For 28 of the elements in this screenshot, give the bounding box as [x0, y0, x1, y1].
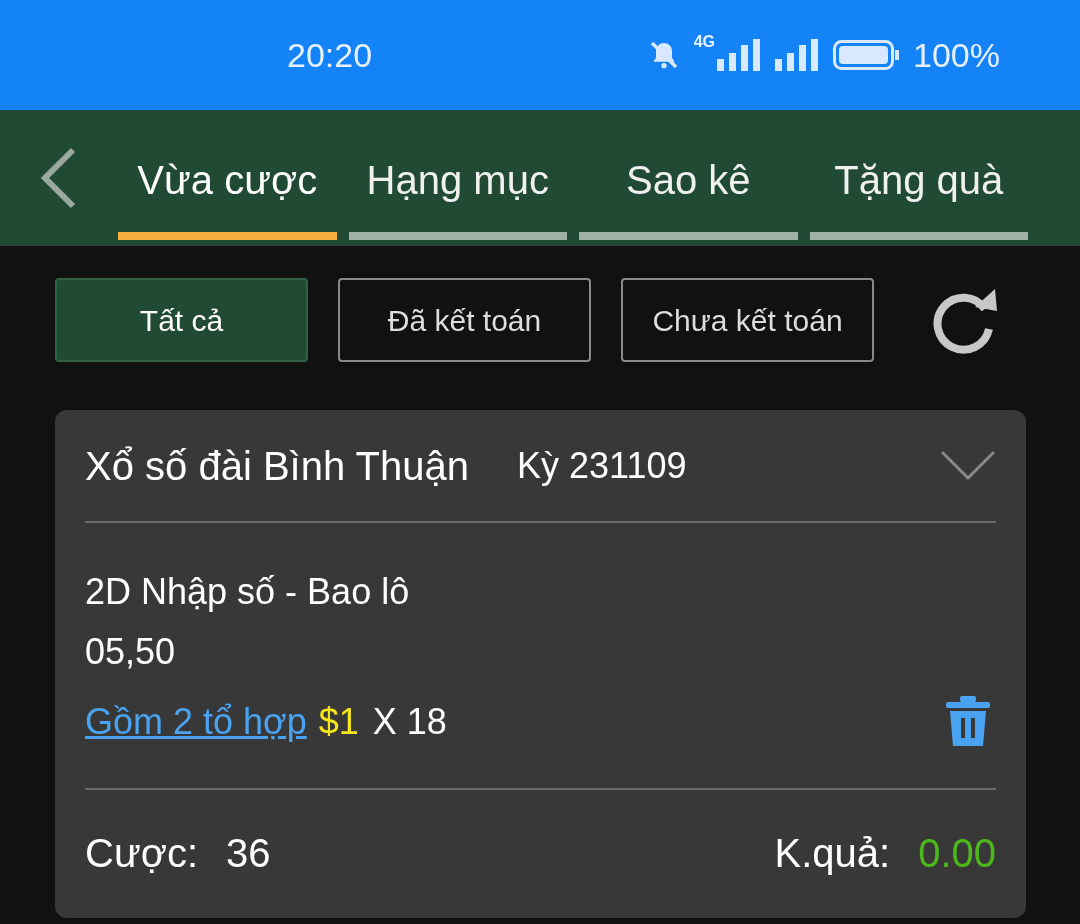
battery-percent: 100% [913, 34, 1000, 76]
signal-icon [717, 39, 762, 71]
bet-numbers: 05,50 [85, 630, 177, 674]
unit-amount: $1 [318, 700, 359, 744]
network-label: 4G [693, 31, 716, 52]
tab[interactable]: Tặng quà [809, 110, 1028, 245]
stake-value: 36 [226, 830, 271, 877]
delete-button[interactable] [946, 696, 990, 748]
filter-button[interactable]: Tất cả [55, 278, 308, 362]
filter-button[interactable]: Đã kết toán [338, 278, 591, 362]
combo-link[interactable]: Gồm 2 tổ hợp [85, 695, 307, 749]
result-label: K.quả: [774, 830, 891, 877]
chevron-icon [940, 449, 996, 482]
multiplier: X 18 [372, 700, 447, 744]
period-label: Kỳ 231109 [517, 443, 687, 488]
lottery-title: Xổ số đài Bình Thuận [85, 442, 469, 490]
result-value: 0.00 [918, 830, 996, 877]
stake-label: Cược: [85, 830, 198, 877]
tab[interactable]: Hạng mục [348, 110, 567, 245]
trash-icon [946, 696, 990, 748]
expand-button[interactable] [940, 449, 996, 482]
tab[interactable]: Sao kê [579, 110, 798, 245]
filter-button[interactable]: Chưa kết toán [621, 278, 874, 362]
signal-icon [775, 39, 820, 71]
status-time: 20:20 [287, 34, 373, 76]
bet-type: 2D Nhập số - Bao lô [85, 570, 411, 614]
battery-icon [833, 40, 900, 70]
tab[interactable]: Vừa cược [118, 110, 337, 245]
